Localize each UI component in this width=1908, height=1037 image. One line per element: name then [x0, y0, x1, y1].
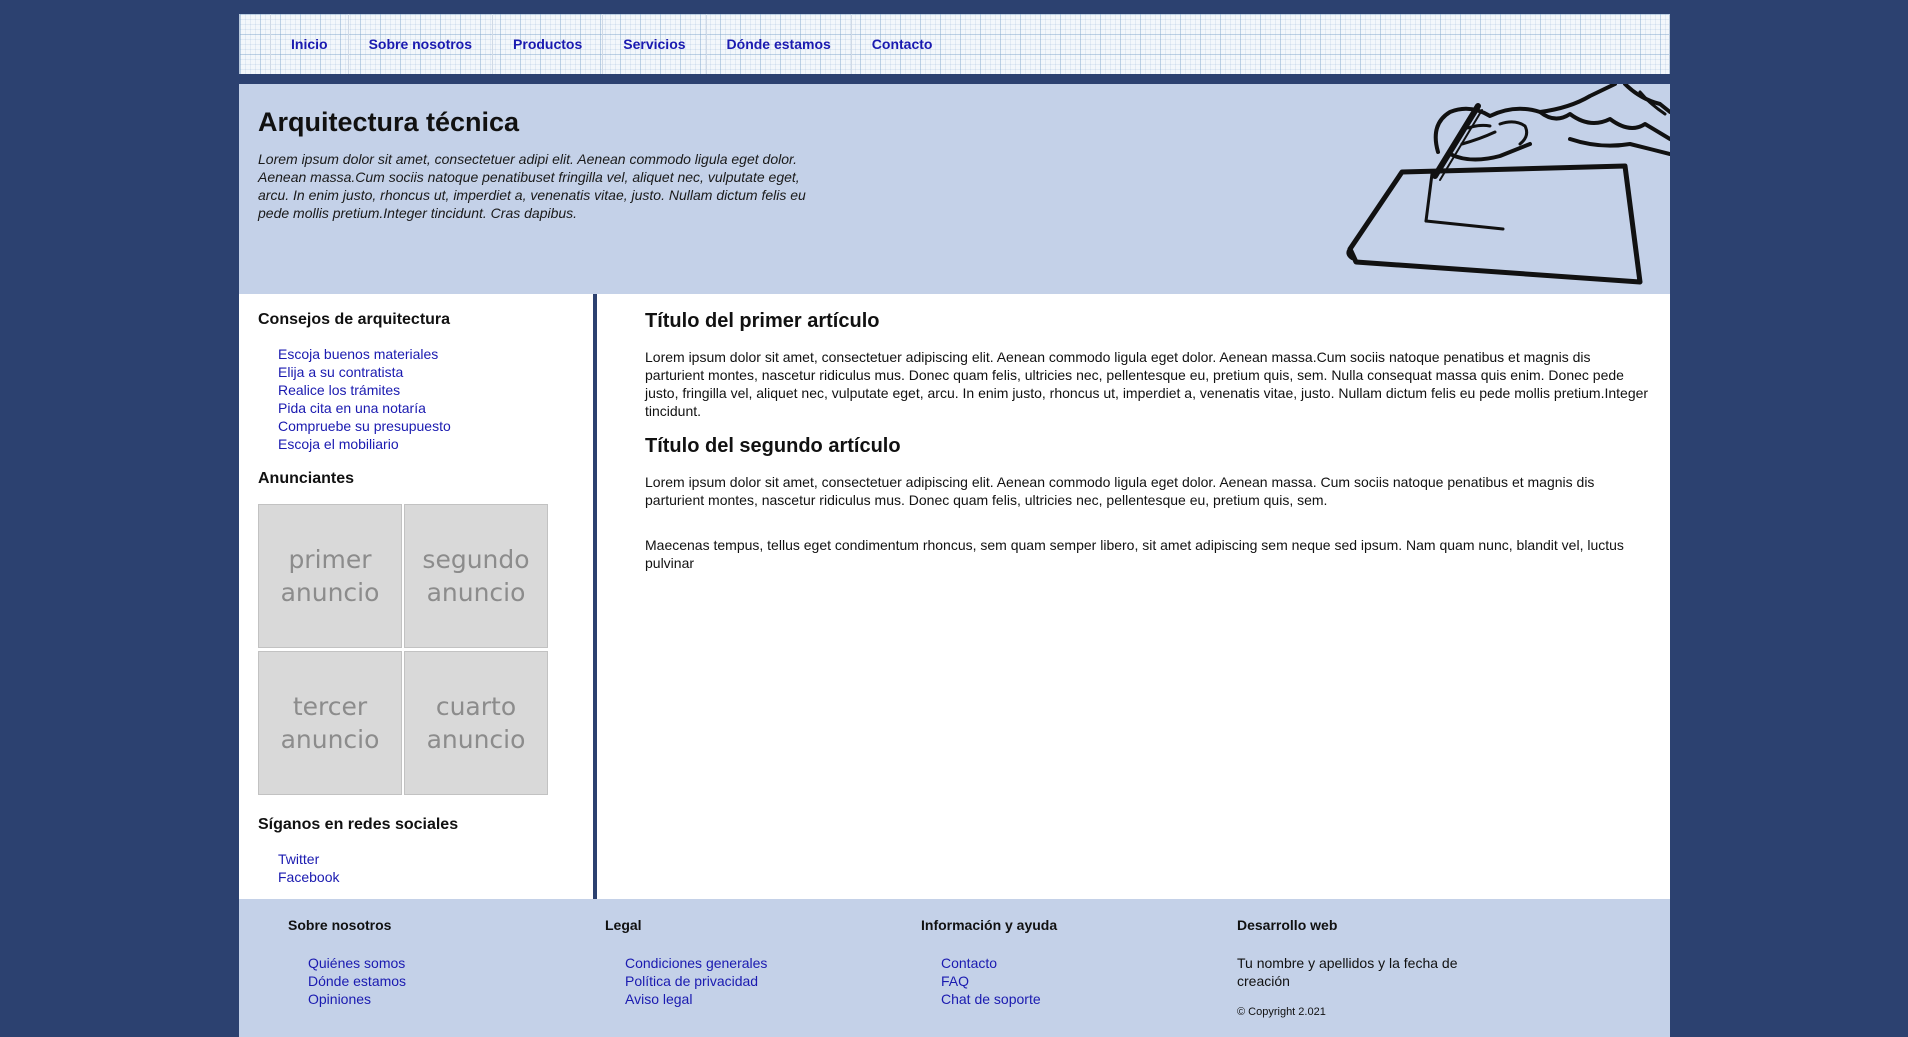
- nav-divider: [239, 74, 1670, 84]
- footer-link[interactable]: Opiniones: [308, 991, 371, 1007]
- tip-link[interactable]: Elija a su contratista: [278, 364, 403, 380]
- list-item: Aviso legal: [625, 990, 767, 1008]
- ad-box-2[interactable]: segundo anuncio: [404, 504, 548, 648]
- list-item: Pida cita en una notaría: [278, 399, 451, 417]
- article-1-title: Título del primer artículo: [645, 310, 880, 332]
- article-2-body-1: Lorem ipsum dolor sit amet, consectetuer…: [645, 474, 1595, 508]
- sidebar: Consejos de arquitectura Escoja buenos m…: [239, 294, 597, 899]
- header-intro: Lorem ipsum dolor sit amet, consectetuer…: [258, 151, 806, 221]
- footer-legal-list: Condiciones generales Política de privac…: [625, 954, 767, 1008]
- ad-box-4[interactable]: cuarto anuncio: [404, 651, 548, 795]
- list-item: Facebook: [278, 868, 339, 886]
- nav-item-donde-estamos: Dónde estamos: [707, 14, 852, 74]
- twitter-link[interactable]: Twitter: [278, 851, 319, 867]
- list-item: FAQ: [941, 972, 1041, 990]
- nav-link-donde-estamos[interactable]: Dónde estamos: [727, 36, 831, 52]
- social-heading: Síganos en redes sociales: [258, 816, 459, 833]
- footer-about-list: Quiénes somos Dónde estamos Opiniones: [308, 954, 406, 1008]
- footer-link[interactable]: Chat de soporte: [941, 991, 1041, 1007]
- tip-link[interactable]: Compruebe su presupuesto: [278, 418, 451, 434]
- footer-link[interactable]: Contacto: [941, 955, 997, 971]
- social-list: Twitter Facebook: [278, 850, 339, 886]
- nav-item-sobre-nosotros: Sobre nosotros: [349, 14, 494, 74]
- footer-dev-note: Tu nombre y apellidos y la fecha de crea…: [1237, 955, 1458, 989]
- article-1-body: Lorem ipsum dolor sit amet, consectetuer…: [645, 349, 1649, 419]
- tip-link[interactable]: Escoja el mobiliario: [278, 436, 399, 452]
- copyright-text: © Copyright 2.021: [1237, 1006, 1326, 1018]
- nav-link-sobre-nosotros[interactable]: Sobre nosotros: [369, 36, 472, 52]
- nav-link-contacto[interactable]: Contacto: [872, 36, 933, 52]
- list-item: Contacto: [941, 954, 1041, 972]
- list-item: Elija a su contratista: [278, 363, 451, 381]
- nav-link-servicios[interactable]: Servicios: [623, 36, 685, 52]
- footer-heading-legal: Legal: [605, 917, 642, 933]
- nav-item-inicio: Inicio: [270, 14, 349, 74]
- page-header: Arquitectura técnica Lorem ipsum dolor s…: [239, 84, 1670, 294]
- nav-list: Inicio Sobre nosotros Productos Servicio…: [240, 14, 1669, 74]
- footer-link[interactable]: Dónde estamos: [308, 973, 406, 989]
- ads-grid: primer anuncio segundo anuncio tercer an…: [258, 504, 550, 798]
- footer-heading-dev: Desarrollo web: [1237, 917, 1338, 933]
- tips-heading: Consejos de arquitectura: [258, 311, 451, 328]
- nav-link-inicio[interactable]: Inicio: [291, 36, 328, 52]
- list-item: Dónde estamos: [308, 972, 406, 990]
- footer-link[interactable]: Aviso legal: [625, 991, 692, 1007]
- nav-link-productos[interactable]: Productos: [513, 36, 582, 52]
- list-item: Realice los trámites: [278, 381, 451, 399]
- list-item: Condiciones generales: [625, 954, 767, 972]
- tip-link[interactable]: Realice los trámites: [278, 382, 400, 398]
- list-item: Política de privacidad: [625, 972, 767, 990]
- page-title: Arquitectura técnica: [258, 107, 520, 137]
- ads-heading: Anunciantes: [258, 470, 355, 487]
- list-item: Opiniones: [308, 990, 406, 1008]
- article-2-body-2: Maecenas tempus, tellus eget condimentum…: [645, 537, 1624, 571]
- footer-link[interactable]: Política de privacidad: [625, 973, 758, 989]
- drawing-hand-icon: [1346, 84, 1670, 285]
- nav-item-servicios: Servicios: [603, 14, 707, 74]
- list-item: Escoja el mobiliario: [278, 435, 451, 453]
- tip-link[interactable]: Escoja buenos materiales: [278, 346, 438, 362]
- list-item: Quiénes somos: [308, 954, 406, 972]
- footer-heading-help: Información y ayuda: [921, 917, 1058, 933]
- nav-item-productos: Productos: [493, 14, 604, 74]
- tips-list: Escoja buenos materiales Elija a su cont…: [278, 345, 451, 453]
- ad-box-1[interactable]: primer anuncio: [258, 504, 402, 648]
- list-item: Compruebe su presupuesto: [278, 417, 451, 435]
- list-item: Twitter: [278, 850, 339, 868]
- article-2-title: Título del segundo artículo: [645, 435, 901, 457]
- facebook-link[interactable]: Facebook: [278, 869, 339, 885]
- page-container: Inicio Sobre nosotros Productos Servicio…: [239, 14, 1670, 1037]
- page-footer: Sobre nosotros Quiénes somos Dónde estam…: [239, 899, 1670, 1037]
- ad-box-3[interactable]: tercer anuncio: [258, 651, 402, 795]
- footer-help-list: Contacto FAQ Chat de soporte: [941, 954, 1041, 1008]
- footer-link[interactable]: Quiénes somos: [308, 955, 405, 971]
- nav-item-contacto: Contacto: [852, 14, 953, 74]
- top-navigation: Inicio Sobre nosotros Productos Servicio…: [239, 14, 1670, 74]
- footer-heading-about: Sobre nosotros: [288, 917, 392, 933]
- list-item: Chat de soporte: [941, 990, 1041, 1008]
- tip-link[interactable]: Pida cita en una notaría: [278, 400, 426, 416]
- list-item: Escoja buenos materiales: [278, 345, 451, 363]
- footer-link[interactable]: FAQ: [941, 973, 969, 989]
- footer-link[interactable]: Condiciones generales: [625, 955, 767, 971]
- main-content: Título del primer artículo Lorem ipsum d…: [601, 294, 1670, 899]
